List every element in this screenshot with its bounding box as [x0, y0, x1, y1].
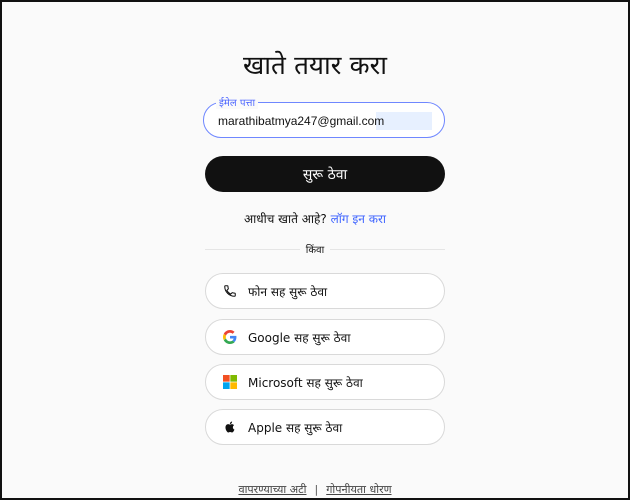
continue-with-phone-label: फोन सह सुरू ठेवा: [248, 284, 328, 299]
signup-page: खाते तयार करा ईमेल पत्ता सुरू ठेवा आधीच …: [0, 0, 630, 500]
login-prompt-text: आधीच खाते आहे?: [243, 212, 327, 226]
or-divider-label: किंवा: [299, 245, 331, 256]
apple-icon: [222, 419, 238, 435]
email-field[interactable]: [218, 112, 432, 130]
footer-links: वापरण्याच्या अटी | गोपनीयता धोरण: [2, 482, 628, 497]
login-prompt: आधीच खाते आहे? लॉग इन करा: [2, 210, 628, 227]
email-field-container[interactable]: ईमेल पत्ता: [203, 95, 445, 138]
phone-icon: [222, 283, 238, 299]
continue-with-google-button[interactable]: Google सह सुरू ठेवा: [205, 319, 445, 355]
google-icon: [222, 329, 238, 345]
continue-with-microsoft-label: Microsoft सह सुरू ठेवा: [248, 375, 363, 390]
microsoft-icon: [222, 374, 238, 390]
continue-with-microsoft-button[interactable]: Microsoft सह सुरू ठेवा: [205, 364, 445, 400]
continue-button[interactable]: सुरू ठेवा: [205, 156, 445, 192]
login-link[interactable]: लॉग इन करा: [331, 212, 386, 226]
privacy-policy-link[interactable]: गोपनीयता धोरण: [326, 483, 391, 496]
footer-separator: |: [314, 483, 319, 496]
continue-with-apple-label: Apple सह सुरू ठेवा: [248, 420, 343, 435]
continue-with-phone-button[interactable]: फोन सह सुरू ठेवा: [205, 273, 445, 309]
email-field-label: ईमेल पत्ता: [216, 95, 259, 109]
or-divider: किंवा: [2, 242, 628, 256]
page-title: खाते तयार करा: [243, 51, 387, 81]
terms-link[interactable]: वापरण्याच्या अटी: [238, 483, 306, 496]
continue-with-google-label: Google सह सुरू ठेवा: [248, 330, 351, 345]
continue-with-apple-button[interactable]: Apple सह सुरू ठेवा: [205, 409, 445, 445]
